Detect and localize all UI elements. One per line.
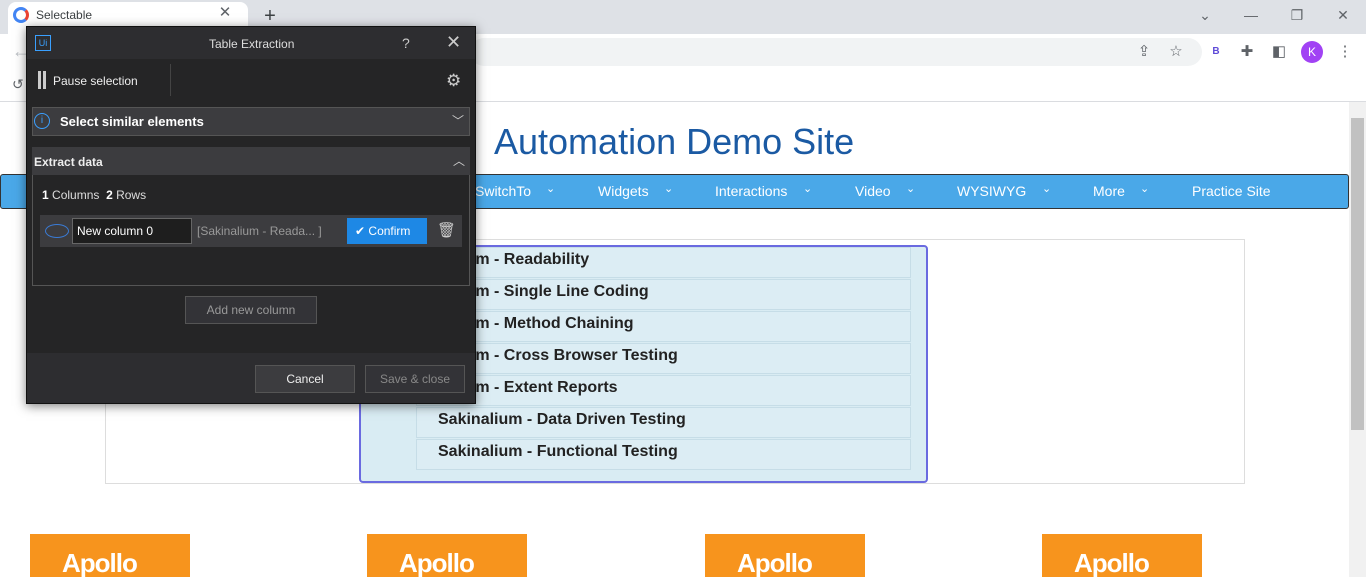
nav-practice-site[interactable]: Practice Site: [1192, 183, 1271, 199]
tab-close-icon[interactable]: ✕: [216, 4, 234, 22]
apollo-banner-text: Apollo: [62, 548, 138, 577]
puzzle-icon[interactable]: ✚: [1236, 41, 1258, 63]
columns-word: Columns: [52, 188, 100, 202]
tab-title: Selectable: [36, 8, 93, 22]
confirm-button[interactable]: ✔ Confirm: [347, 218, 427, 244]
check-icon: ✔: [355, 224, 366, 238]
info-icon: i: [34, 113, 50, 129]
nav-more[interactable]: More: [1093, 183, 1125, 199]
history-icon[interactable]: ↺: [12, 76, 24, 93]
cancel-button[interactable]: Cancel: [255, 365, 355, 393]
apollo-banner-text: Apollo: [1074, 548, 1150, 577]
toolbar-divider: [170, 64, 171, 96]
help-icon[interactable]: ?: [402, 35, 410, 51]
pause-selection-button[interactable]: Pause selection: [53, 74, 138, 88]
trash-icon[interactable]: 🗑: [437, 221, 456, 239]
nav-switchto[interactable]: SwitchTo: [475, 183, 531, 199]
chevron-down-icon[interactable]: ⌄: [1140, 182, 1149, 195]
address-bar[interactable]: [470, 38, 1202, 66]
apollo-banner-text: Apollo: [737, 548, 813, 577]
uipath-logo-icon: Ui: [35, 35, 51, 51]
close-icon[interactable]: ✕: [446, 32, 461, 53]
apollo-banner-text: Apollo: [399, 548, 475, 577]
list-item-label: Sakinalium - Functional Testing: [438, 443, 678, 460]
columns-count: 1: [42, 188, 49, 202]
nav-video[interactable]: Video: [855, 183, 891, 199]
chevron-down-icon[interactable]: ⌄: [546, 182, 555, 195]
apollo-banner[interactable]: Apollo: [1042, 534, 1202, 577]
rows-word: Rows: [116, 188, 147, 202]
confirm-label: Confirm: [368, 224, 411, 238]
chevron-down-icon[interactable]: ⌄: [664, 182, 673, 195]
rows-count: 2: [106, 188, 113, 202]
side-panel-icon[interactable]: ◧: [1268, 41, 1290, 63]
save-close-button[interactable]: Save & close: [365, 365, 465, 393]
profile-avatar[interactable]: K: [1301, 41, 1323, 63]
extraction-counts: 1 Columns 2 Rows: [42, 188, 146, 202]
close-window-button[interactable]: ✕: [1328, 4, 1358, 26]
nav-interactions[interactable]: Interactions: [715, 183, 787, 199]
apollo-banner[interactable]: Apollo: [30, 534, 190, 577]
apollo-banner[interactable]: Apollo: [705, 534, 865, 577]
extension-icon[interactable]: B: [1205, 41, 1227, 63]
nav-wysiwyg[interactable]: WYSIWYG: [957, 183, 1026, 199]
column-name-input[interactable]: [72, 218, 192, 244]
list-item-label: Sakinalium - Data Driven Testing: [438, 411, 686, 428]
tab-favicon-icon: [13, 7, 29, 23]
dialog-title: Table Extraction: [209, 37, 295, 51]
chevron-down-icon[interactable]: ﹀: [452, 112, 464, 129]
select-similar-label: Select similar elements: [60, 114, 204, 129]
column-preview: [Sakinalium - Reada... ]: [197, 224, 322, 238]
site-title: Automation Demo Site: [494, 121, 855, 162]
restore-button[interactable]: ❐: [1282, 4, 1312, 26]
tab-search-icon[interactable]: ⌄: [1190, 4, 1220, 26]
nav-widgets[interactable]: Widgets: [598, 183, 649, 199]
apollo-banner[interactable]: Apollo: [367, 534, 527, 577]
menu-dots-icon[interactable]: ⋮: [1334, 41, 1356, 63]
new-tab-button[interactable]: +: [260, 4, 280, 28]
chevron-down-icon[interactable]: ⌄: [906, 182, 915, 195]
share-icon[interactable]: ⇪: [1133, 41, 1155, 63]
scrollbar-thumb[interactable]: [1351, 118, 1364, 430]
pause-icon[interactable]: [38, 71, 46, 89]
gear-icon[interactable]: ⚙: [446, 71, 461, 91]
bookmark-star-icon[interactable]: ☆: [1165, 41, 1187, 63]
chevron-down-icon[interactable]: ⌄: [803, 182, 812, 195]
minimize-button[interactable]: —: [1236, 4, 1266, 26]
eye-icon[interactable]: [45, 224, 69, 238]
chevron-up-icon[interactable]: ︿: [453, 152, 465, 169]
chevron-down-icon[interactable]: ⌄: [1042, 182, 1051, 195]
add-new-column-button[interactable]: Add new column: [185, 296, 317, 324]
extract-data-label: Extract data: [34, 155, 103, 169]
